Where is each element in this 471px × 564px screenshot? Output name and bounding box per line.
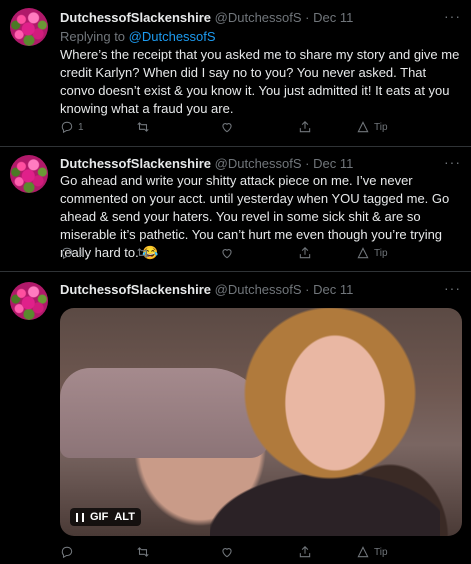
tip-label: Tip: [374, 546, 388, 558]
reply-button[interactable]: [60, 545, 74, 559]
like-button[interactable]: [220, 120, 234, 134]
reply-button[interactable]: 1: [60, 246, 84, 260]
replying-to-label: Replying to: [60, 29, 126, 44]
separator-dot: ·: [305, 282, 310, 297]
like-icon: [222, 123, 232, 133]
tip-icon: [357, 546, 369, 558]
reply-count: 1: [78, 121, 84, 133]
more-options-icon[interactable]: ···: [444, 8, 461, 24]
gif-media[interactable]: GIF ALT: [60, 308, 462, 536]
like-icon: [222, 548, 232, 558]
gif-controls[interactable]: GIF ALT: [70, 508, 141, 526]
author-handle[interactable]: @DutchessofS: [215, 10, 302, 25]
share-button[interactable]: [298, 246, 312, 260]
tweet-1[interactable]: DutchessofSlackenshire @DutchessofS · De…: [0, 0, 471, 150]
author-handle[interactable]: @DutchessofS: [215, 282, 302, 297]
avatar[interactable]: [10, 155, 48, 193]
tip-icon: [357, 121, 369, 133]
author-handle[interactable]: @DutchessofS: [215, 156, 302, 171]
pause-icon[interactable]: [76, 512, 84, 522]
alt-button[interactable]: ALT: [114, 511, 135, 523]
tweet-header: DutchessofSlackenshire @DutchessofS · De…: [60, 10, 353, 25]
avatar[interactable]: [10, 282, 48, 320]
person-image-region: [210, 308, 440, 536]
reply-button[interactable]: 1: [60, 120, 84, 134]
author-name[interactable]: DutchessofSlackenshire: [60, 156, 211, 171]
share-icon: [299, 121, 311, 133]
avatar[interactable]: [10, 8, 48, 46]
tweet-actions: 1 Tip: [60, 120, 405, 138]
more-options-icon[interactable]: ···: [444, 154, 461, 170]
tweet-header: DutchessofSlackenshire @DutchessofS · De…: [60, 156, 353, 171]
tip-label: Tip: [374, 247, 388, 259]
tweet-text: Where’s the receipt that you asked me to…: [60, 47, 460, 116]
share-button[interactable]: [298, 545, 312, 559]
retweet-button[interactable]: [136, 545, 150, 559]
retweet-icon: [137, 122, 149, 132]
retweet-icon: [137, 547, 149, 557]
separator-dot: ·: [305, 10, 310, 25]
gif-label: GIF: [90, 511, 109, 523]
tip-button[interactable]: Tip: [356, 120, 388, 134]
reply-icon: [61, 247, 73, 260]
replying-to: Replying to @DutchessofS: [60, 29, 216, 44]
reply-count: 1: [78, 247, 84, 259]
tweet-date[interactable]: Dec 11: [313, 156, 353, 171]
tip-button[interactable]: Tip: [356, 246, 388, 260]
reply-icon: [61, 121, 73, 134]
share-icon: [299, 546, 311, 558]
tweet-date[interactable]: Dec 11: [313, 282, 353, 297]
tweet-actions: Tip: [60, 545, 405, 563]
like-button[interactable]: [220, 246, 234, 260]
author-name[interactable]: DutchessofSlackenshire: [60, 10, 211, 25]
more-options-icon[interactable]: ···: [444, 280, 461, 296]
share-icon: [299, 247, 311, 259]
share-button[interactable]: [298, 120, 312, 134]
reply-mention-link[interactable]: @DutchessofS: [129, 29, 216, 44]
tweet-actions: 1 Tip: [60, 246, 405, 264]
like-button[interactable]: [220, 545, 234, 559]
tweet-header: DutchessofSlackenshire @DutchessofS · De…: [60, 282, 353, 297]
like-icon: [222, 249, 232, 259]
tip-button[interactable]: Tip: [356, 545, 388, 559]
tweet-date[interactable]: Dec 11: [313, 10, 353, 25]
tip-icon: [357, 247, 369, 259]
author-name[interactable]: DutchessofSlackenshire: [60, 282, 211, 297]
tip-label: Tip: [374, 121, 388, 133]
separator-dot: ·: [305, 156, 310, 171]
retweet-button[interactable]: [136, 120, 150, 134]
retweet-button[interactable]: [136, 246, 150, 260]
tweet-2[interactable]: DutchessofSlackenshire @DutchessofS · De…: [0, 147, 471, 277]
reply-icon: [61, 546, 73, 559]
retweet-icon: [137, 248, 149, 258]
